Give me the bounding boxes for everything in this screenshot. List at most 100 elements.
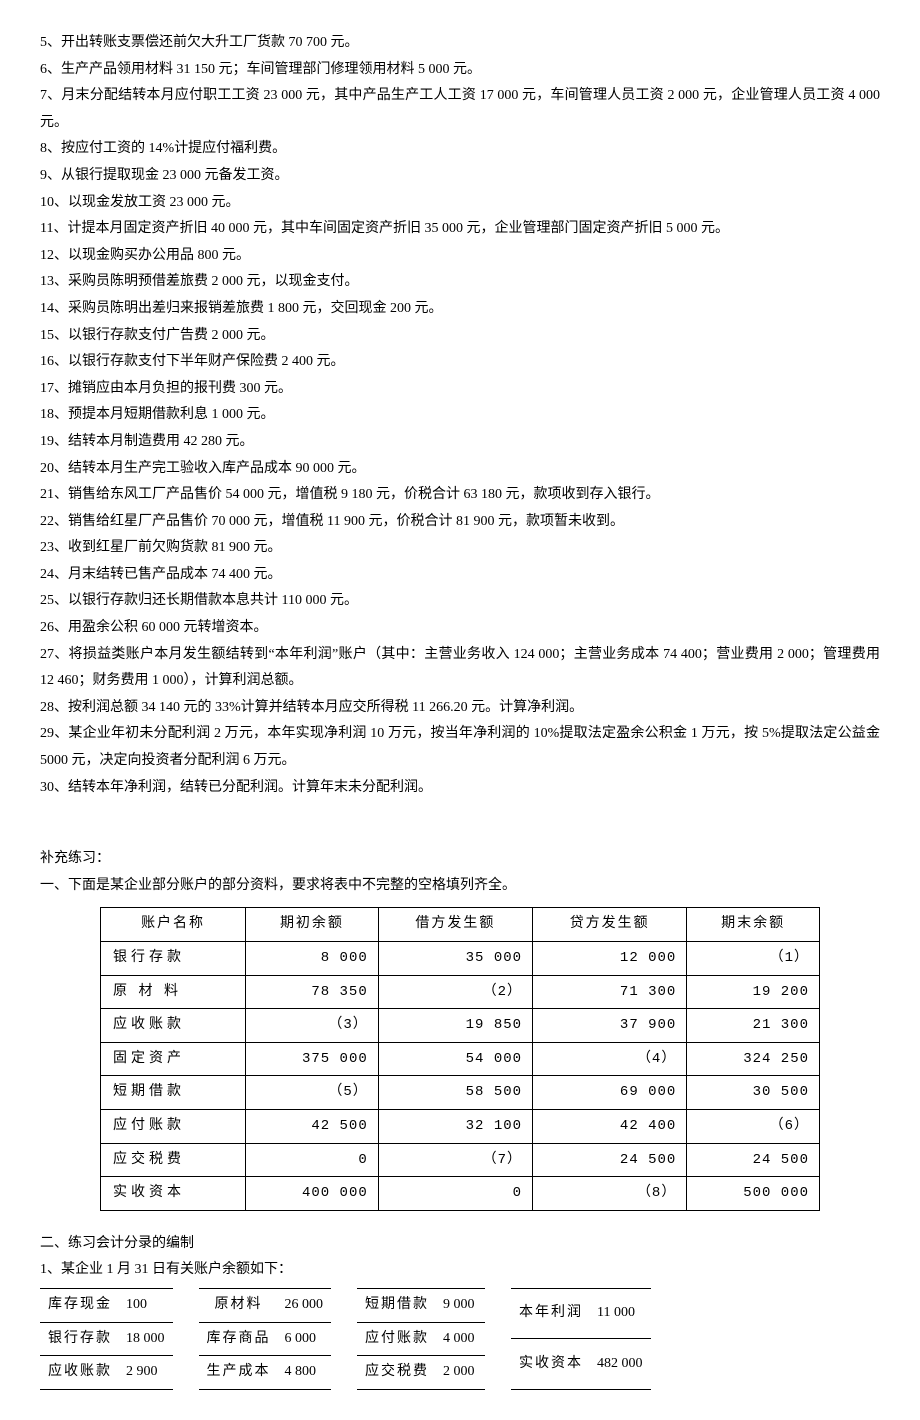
table-cell: （5） xyxy=(246,1076,379,1110)
balance-value: 2 900 xyxy=(120,1356,173,1390)
balance-value: 26 000 xyxy=(279,1288,332,1322)
table-cell: 0 xyxy=(378,1177,532,1211)
account-name: 固定资产 xyxy=(101,1042,246,1076)
table-cell: 24 500 xyxy=(533,1143,687,1177)
table-row: 应付账款42 50032 10042 400（6） xyxy=(101,1109,820,1143)
list-item: 29、某企业年初未分配利润 2 万元，本年实现净利润 10 万元，按当年净利润的… xyxy=(40,721,880,774)
table-row: 短期借款（5）58 50069 00030 500 xyxy=(101,1076,820,1110)
list-item: 28、按利润总额 34 140 元的 33%计算并结转本月应交所得税 11 26… xyxy=(40,695,880,722)
list-item: 18、预提本月短期借款利息 1 000 元。 xyxy=(40,402,880,429)
list-item: 9、从银行提取现金 23 000 元备发工资。 xyxy=(40,163,880,190)
table-row: 应交税费0（7）24 50024 500 xyxy=(101,1143,820,1177)
account-name: 银行存款 xyxy=(101,942,246,976)
supplement-part-one: 一、下面是某企业部分账户的部分资料，要求将表中不完整的空格填列齐全。 xyxy=(40,873,880,900)
list-item: 10、以现金发放工资 23 000 元。 xyxy=(40,190,880,217)
balance-group: 短期借款9 000应付账款4 000应交税费2 000 xyxy=(357,1288,485,1390)
balance-group: 库存现金100银行存款18 000应收账款2 900 xyxy=(40,1288,173,1390)
table-row: 固定资产375 00054 000（4）324 250 xyxy=(101,1042,820,1076)
balance-value: 4 000 xyxy=(437,1322,485,1356)
list-item: 25、以银行存款归还长期借款本息共计 110 000 元。 xyxy=(40,588,880,615)
list-item: 14、采购员陈明出差归来报销差旅费 1 800 元，交回现金 200 元。 xyxy=(40,296,880,323)
table-cell: 78 350 xyxy=(246,975,379,1009)
table-cell: （4） xyxy=(533,1042,687,1076)
list-item: 22、销售给红星厂产品售价 70 000 元，增值税 11 900 元，价税合计… xyxy=(40,509,880,536)
balance-row: 实收资本482 000 xyxy=(511,1339,651,1389)
balance-name: 应收账款 xyxy=(40,1356,120,1390)
table-cell: 19 850 xyxy=(378,1009,532,1043)
table-row: 银行存款8 00035 00012 000（1） xyxy=(101,942,820,976)
list-item: 8、按应付工资的 14%计提应付福利费。 xyxy=(40,136,880,163)
table-cell: 69 000 xyxy=(533,1076,687,1110)
balance-name: 实收资本 xyxy=(511,1339,591,1389)
table-cell: 30 500 xyxy=(687,1076,820,1110)
list-item: 19、结转本月制造费用 42 280 元。 xyxy=(40,429,880,456)
balance-row: 应付账款4 000 xyxy=(357,1322,485,1356)
balance-row: 库存商品6 000 xyxy=(199,1322,332,1356)
list-item: 13、采购员陈明预借差旅费 2 000 元，以现金支付。 xyxy=(40,269,880,296)
balance-name: 库存商品 xyxy=(199,1322,279,1356)
table-cell: 42 500 xyxy=(246,1109,379,1143)
table-cell: （2） xyxy=(378,975,532,1009)
balance-name: 短期借款 xyxy=(357,1288,437,1322)
balance-value: 11 000 xyxy=(591,1288,651,1338)
balance-value: 4 800 xyxy=(279,1356,332,1390)
table-cell: 500 000 xyxy=(687,1177,820,1211)
table-cell: 71 300 xyxy=(533,975,687,1009)
balance-value: 482 000 xyxy=(591,1339,651,1389)
table-cell: 0 xyxy=(246,1143,379,1177)
table-header: 借方发生额 xyxy=(378,908,532,942)
account-name: 原 材 料 xyxy=(101,975,246,1009)
balance-row: 短期借款9 000 xyxy=(357,1288,485,1322)
balance-name: 银行存款 xyxy=(40,1322,120,1356)
table-cell: 42 400 xyxy=(533,1109,687,1143)
balance-value: 9 000 xyxy=(437,1288,485,1322)
list-item: 26、用盈余公积 60 000 元转增资本。 xyxy=(40,615,880,642)
table-cell: 21 300 xyxy=(687,1009,820,1043)
list-item: 6、生产产品领用材料 31 150 元；车间管理部门修理领用材料 5 000 元… xyxy=(40,57,880,84)
list-item: 16、以银行存款支付下半年财产保险费 2 400 元。 xyxy=(40,349,880,376)
list-item: 5、开出转账支票偿还前欠大升工厂货款 70 700 元。 xyxy=(40,30,880,57)
account-name: 应交税费 xyxy=(101,1143,246,1177)
table-row: 应收账款（3）19 85037 90021 300 xyxy=(101,1009,820,1043)
table-cell: 324 250 xyxy=(687,1042,820,1076)
table-header: 贷方发生额 xyxy=(533,908,687,942)
balance-value: 100 xyxy=(120,1288,173,1322)
table-row: 原 材 料78 350（2）71 30019 200 xyxy=(101,975,820,1009)
list-item: 27、将损益类账户本月发生额结转到“本年利润”账户（其中：主营业务收入 124 … xyxy=(40,642,880,695)
balance-value: 18 000 xyxy=(120,1322,173,1356)
balance-row: 生产成本4 800 xyxy=(199,1356,332,1390)
balance-row: 本年利润11 000 xyxy=(511,1288,651,1338)
table-cell: 37 900 xyxy=(533,1009,687,1043)
balance-row: 应收账款2 900 xyxy=(40,1356,173,1390)
balance-tables: 库存现金100银行存款18 000应收账款2 900 原材料26 000库存商品6… xyxy=(40,1288,880,1390)
table-cell: 12 000 xyxy=(533,942,687,976)
table-cell: 24 500 xyxy=(687,1143,820,1177)
list-item: 20、结转本月生产完工验收入库产品成本 90 000 元。 xyxy=(40,456,880,483)
balance-name: 库存现金 xyxy=(40,1288,120,1322)
list-item: 12、以现金购买办公用品 800 元。 xyxy=(40,243,880,270)
table-cell: （8） xyxy=(533,1177,687,1211)
table-cell: 58 500 xyxy=(378,1076,532,1110)
list-item: 30、结转本年净利润，结转已分配利润。计算年末未分配利润。 xyxy=(40,775,880,802)
balance-name: 原材料 xyxy=(199,1288,279,1322)
account-name: 应收账款 xyxy=(101,1009,246,1043)
table-cell: （1） xyxy=(687,942,820,976)
table-cell: 32 100 xyxy=(378,1109,532,1143)
list-item: 11、计提本月固定资产折旧 40 000 元，其中车间固定资产折旧 35 000… xyxy=(40,216,880,243)
list-item: 24、月末结转已售产品成本 74 400 元。 xyxy=(40,562,880,589)
table-header: 期末余额 xyxy=(687,908,820,942)
balance-value: 6 000 xyxy=(279,1322,332,1356)
table-cell: 19 200 xyxy=(687,975,820,1009)
accounts-table: 账户名称期初余额借方发生额贷方发生额期末余额 银行存款8 00035 00012… xyxy=(100,907,820,1210)
account-name: 短期借款 xyxy=(101,1076,246,1110)
table-header: 期初余额 xyxy=(246,908,379,942)
table-cell: 375 000 xyxy=(246,1042,379,1076)
balance-row: 银行存款18 000 xyxy=(40,1322,173,1356)
table-cell: （3） xyxy=(246,1009,379,1043)
balance-group: 原材料26 000库存商品6 000生产成本4 800 xyxy=(199,1288,332,1390)
balance-row: 应交税费2 000 xyxy=(357,1356,485,1390)
list-item: 15、以银行存款支付广告费 2 000 元。 xyxy=(40,323,880,350)
balance-row: 原材料26 000 xyxy=(199,1288,332,1322)
table-cell: 400 000 xyxy=(246,1177,379,1211)
balance-name: 应交税费 xyxy=(357,1356,437,1390)
